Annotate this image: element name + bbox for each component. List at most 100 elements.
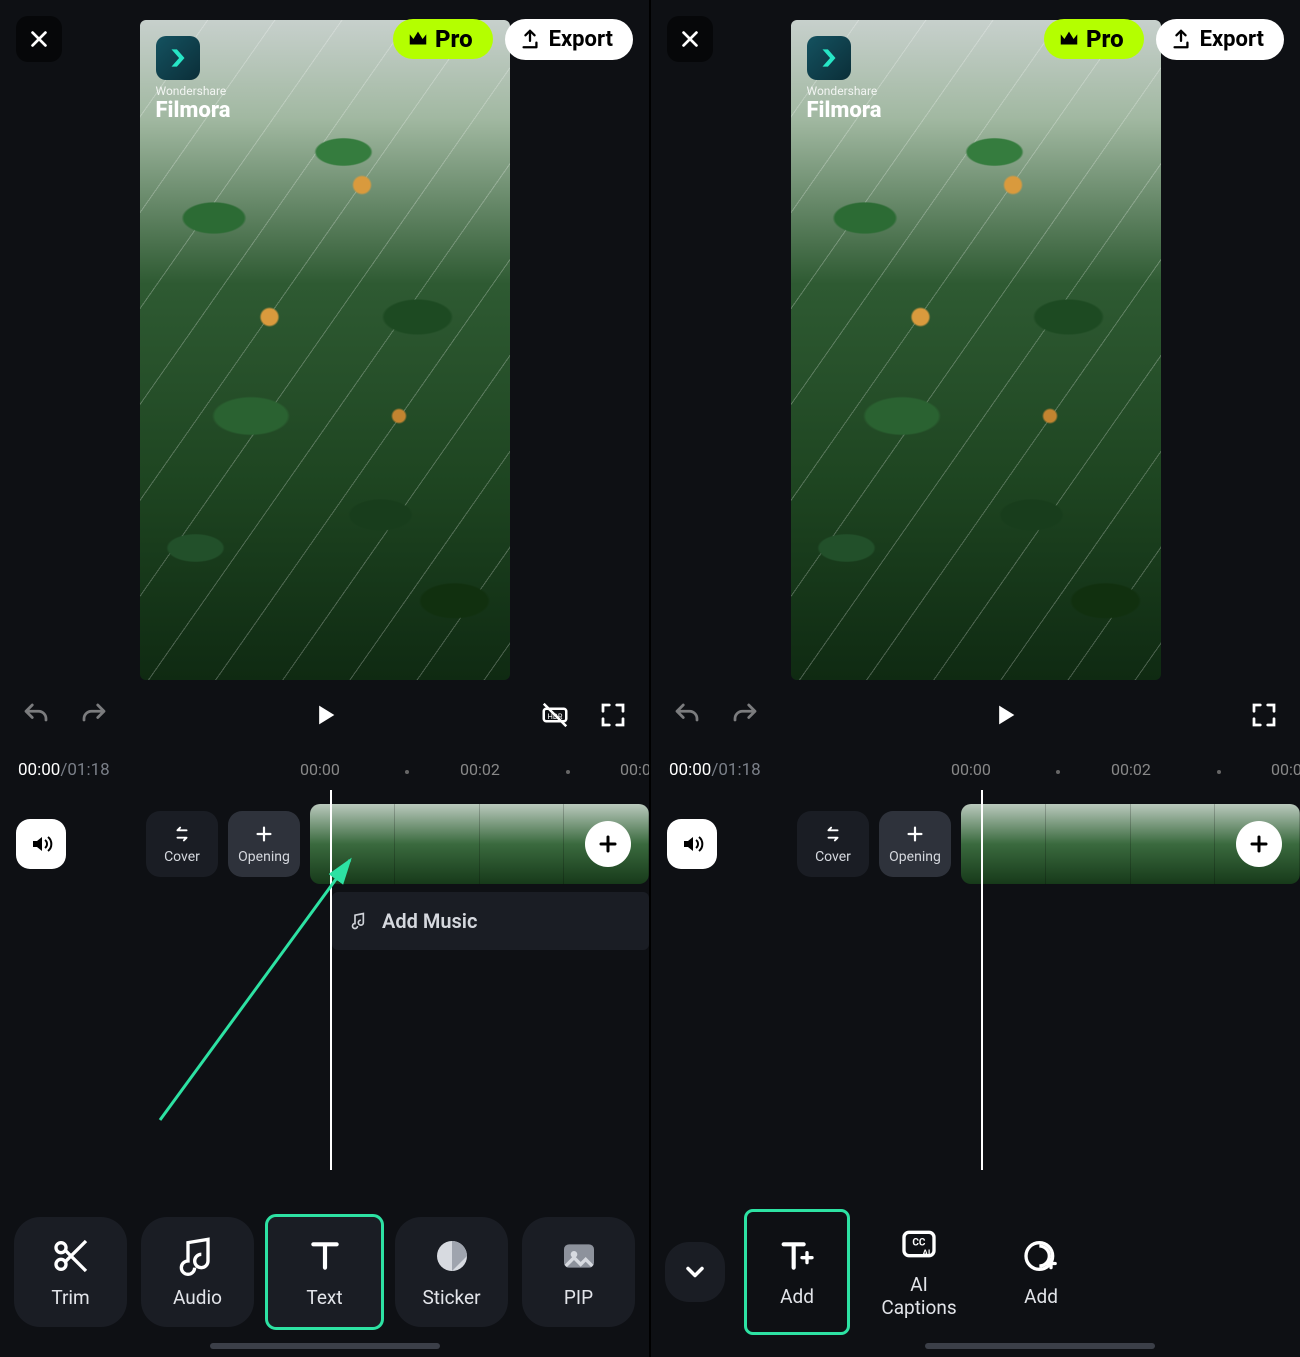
- tool-bar: Trim Audio Text Sticker PIP: [0, 1187, 649, 1357]
- pro-label: Pro: [1086, 25, 1124, 53]
- ruler-dot: [566, 770, 570, 774]
- transport-bar: HDR: [0, 680, 649, 750]
- watermark-name: Filmora: [807, 98, 882, 123]
- ruler-tick: 00:0: [620, 760, 649, 779]
- watermark-brand: Wondershare: [807, 84, 882, 98]
- opening-chip[interactable]: Opening: [879, 811, 951, 877]
- close-button[interactable]: [16, 16, 62, 62]
- redo-button[interactable]: [727, 697, 763, 733]
- play-icon: [991, 701, 1019, 729]
- plus-icon: [253, 823, 275, 845]
- total-duration: 01:18: [718, 760, 760, 780]
- cover-chip[interactable]: Cover: [146, 811, 218, 877]
- ruler-dot: [405, 770, 409, 774]
- tool-label: Text: [306, 1286, 342, 1309]
- video-clip[interactable]: [961, 804, 1300, 884]
- scroll-indicator: [210, 1343, 440, 1349]
- svg-text:HDR: HDR: [548, 712, 563, 721]
- top-bar: Pro Export: [0, 16, 649, 62]
- close-button[interactable]: [667, 16, 713, 62]
- timeline[interactable]: Cover Opening Add Music: [0, 790, 649, 1170]
- ruler-tick: 00:00: [951, 760, 991, 779]
- undo-icon: [672, 700, 702, 730]
- add-clip-button[interactable]: [585, 821, 631, 867]
- pro-badge[interactable]: Pro: [1044, 19, 1144, 59]
- undo-icon: [21, 700, 51, 730]
- text-icon: [305, 1236, 345, 1276]
- playhead-time: 00:00: [669, 760, 711, 780]
- ruler-tick: 00:02: [460, 760, 500, 779]
- preview-area: Wondershare Filmora: [0, 0, 649, 680]
- crown-icon: [407, 28, 429, 50]
- time-separator: /: [711, 760, 718, 780]
- cover-chip[interactable]: Cover: [797, 811, 869, 877]
- tool-label: Add: [780, 1286, 814, 1309]
- crown-icon: [1058, 28, 1080, 50]
- tool-pip[interactable]: PIP: [522, 1217, 635, 1327]
- text-plus-icon: [777, 1236, 817, 1276]
- watermark-name: Filmora: [156, 98, 231, 123]
- hdr-toggle[interactable]: HDR: [537, 697, 573, 733]
- time-separator: /: [60, 760, 67, 780]
- plus-icon: [596, 832, 620, 856]
- tool-label: AI Captions: [881, 1274, 956, 1320]
- volume-icon: [680, 832, 704, 856]
- redo-icon: [730, 700, 760, 730]
- tool-trim[interactable]: Trim: [14, 1217, 127, 1327]
- pro-badge[interactable]: Pro: [393, 19, 493, 59]
- redo-button[interactable]: [76, 697, 112, 733]
- timeline-ruler[interactable]: 00:00 / 01:18 00:00 00:02 00:0: [651, 750, 1300, 790]
- music-icon: [178, 1236, 218, 1276]
- ruler-dot: [1056, 770, 1060, 774]
- video-preview[interactable]: Wondershare Filmora: [140, 20, 510, 680]
- video-clip[interactable]: [310, 804, 649, 884]
- cover-label: Cover: [815, 849, 851, 865]
- undo-button[interactable]: [18, 697, 54, 733]
- undo-button[interactable]: [669, 697, 705, 733]
- export-button[interactable]: Export: [505, 19, 633, 60]
- collapse-button[interactable]: [665, 1242, 725, 1302]
- export-button[interactable]: Export: [1156, 19, 1284, 60]
- timeline-ruler[interactable]: 00:00 / 01:18 00:00 00:02 00:0: [0, 750, 649, 790]
- timeline[interactable]: Cover Opening: [651, 790, 1300, 1170]
- tool-sticker[interactable]: Sticker: [395, 1217, 508, 1327]
- ruler-tick: 00:0: [1271, 760, 1300, 779]
- play-button[interactable]: [987, 697, 1023, 733]
- swap-icon: [822, 823, 844, 845]
- scissors-icon: [51, 1236, 91, 1276]
- cover-label: Cover: [164, 849, 200, 865]
- add-music-row[interactable]: Add Music: [332, 892, 649, 950]
- watermark-brand: Wondershare: [156, 84, 231, 98]
- fullscreen-button[interactable]: [1246, 697, 1282, 733]
- play-button[interactable]: [307, 697, 343, 733]
- play-icon: [311, 701, 339, 729]
- export-label: Export: [1200, 27, 1264, 52]
- svg-text:AI: AI: [922, 1249, 930, 1259]
- tool-add-text[interactable]: Add: [747, 1212, 847, 1332]
- tool-label: Add: [1024, 1286, 1058, 1309]
- pro-label: Pro: [435, 25, 473, 53]
- editor-pane-left: Pro Export Wondershare Filmora: [0, 0, 649, 1357]
- playhead-time: 00:00: [18, 760, 60, 780]
- tool-audio[interactable]: Audio: [141, 1217, 254, 1327]
- close-icon: [679, 28, 701, 50]
- tool-text[interactable]: Text: [268, 1217, 381, 1327]
- video-preview[interactable]: Wondershare Filmora: [791, 20, 1161, 680]
- tool-label: Sticker: [422, 1286, 480, 1309]
- mute-button[interactable]: [667, 819, 717, 869]
- tool-ai-captions[interactable]: CCAI AI Captions: [869, 1212, 969, 1332]
- mute-button[interactable]: [16, 819, 66, 869]
- preview-area: Wondershare Filmora: [651, 0, 1300, 680]
- tool-add-caption[interactable]: Add: [991, 1212, 1091, 1332]
- transport-bar: [651, 680, 1300, 750]
- music-note-icon: [350, 911, 370, 931]
- add-clip-button[interactable]: [1236, 821, 1282, 867]
- tool-label: PIP: [564, 1286, 593, 1309]
- fullscreen-button[interactable]: [595, 697, 631, 733]
- text-tool-bar: Add CCAI AI Captions Add: [651, 1187, 1300, 1357]
- caption-add-icon: [1021, 1236, 1061, 1276]
- add-music-label: Add Music: [382, 909, 477, 933]
- ruler-tick: 00:02: [1111, 760, 1151, 779]
- editor-pane-right: Pro Export Wondershare Filmora: [651, 0, 1300, 1357]
- opening-chip[interactable]: Opening: [228, 811, 300, 877]
